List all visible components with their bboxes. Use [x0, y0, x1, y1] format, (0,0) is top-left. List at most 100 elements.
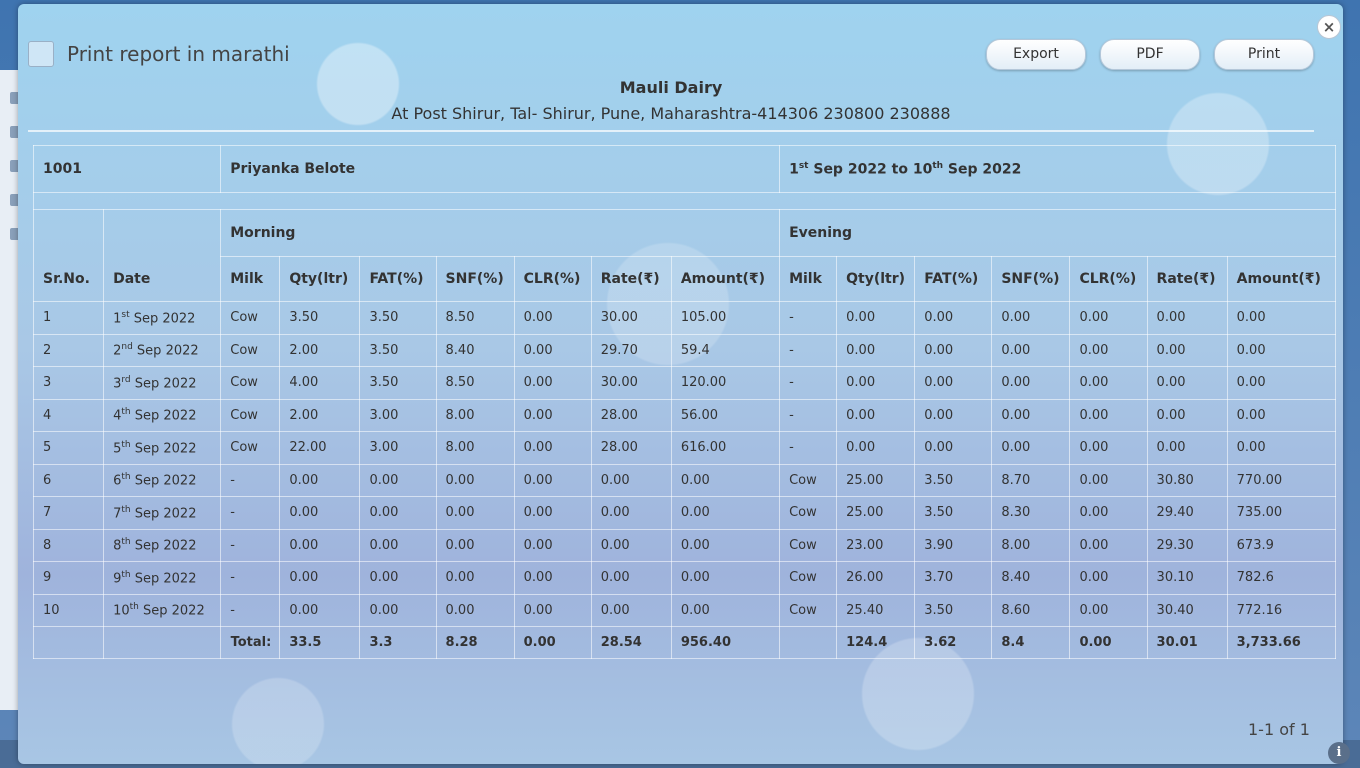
info-icon[interactable]: i — [1328, 742, 1350, 764]
row-morning-milk: - — [220, 496, 281, 530]
row-morning-snf: 0.00 — [435, 528, 515, 562]
row-evening-snf: 8.70 — [991, 463, 1071, 497]
row-srno: 5 — [32, 431, 105, 465]
row-evening-amount: 673.9 — [1226, 528, 1337, 562]
row-evening-clr: 0.00 — [1069, 528, 1148, 562]
row-morning-clr: 0.00 — [513, 301, 592, 335]
row-morning-qty: 4.00 — [279, 366, 361, 400]
row-evening-milk: - — [779, 301, 838, 335]
row-morning-amount: 0.00 — [670, 561, 781, 595]
row-morning-snf: 8.00 — [435, 398, 515, 432]
row-date: 7th Sep 2022 — [103, 496, 222, 530]
row-morning-qty: 0.00 — [279, 463, 361, 497]
total-morning-snf: 8.28 — [435, 626, 515, 659]
group-evening: Evening — [779, 209, 1336, 257]
row-morning-rate: 28.00 — [590, 431, 672, 465]
row-morning-snf: 8.50 — [435, 366, 515, 400]
col-evening-rate: Rate(₹) — [1146, 256, 1228, 302]
row-evening-milk: - — [779, 366, 838, 400]
total-evening-clr: 0.00 — [1069, 626, 1148, 659]
row-morning-qty: 2.00 — [279, 333, 361, 367]
row-morning-amount: 616.00 — [670, 431, 781, 465]
row-evening-snf: 8.60 — [991, 593, 1071, 627]
row-morning-clr: 0.00 — [513, 333, 592, 367]
row-morning-clr: 0.00 — [513, 561, 592, 595]
row-morning-rate: 0.00 — [590, 561, 672, 595]
export-button[interactable]: Export — [986, 39, 1086, 70]
row-evening-qty: 0.00 — [836, 431, 916, 465]
row-morning-fat: 0.00 — [359, 561, 437, 595]
row-evening-rate: 30.80 — [1146, 463, 1228, 497]
row-morning-snf: 0.00 — [435, 561, 515, 595]
row-morning-clr: 0.00 — [513, 496, 592, 530]
row-morning-amount: 59.4 — [670, 333, 781, 367]
row-srno: 9 — [32, 561, 105, 595]
row-evening-milk: Cow — [779, 561, 838, 595]
table-row: 3 3rd Sep 2022 Cow 4.00 3.50 8.50 0.00 30.00 120… — [32, 366, 1337, 400]
row-evening-qty: 0.00 — [836, 333, 916, 367]
total-row: Total: 33.5 3.3 8.28 0.00 28.54 956.40 1… — [32, 626, 1337, 659]
row-morning-milk: Cow — [220, 366, 281, 400]
col-evening-clr: CLR(%) — [1069, 256, 1148, 302]
row-evening-snf: 0.00 — [991, 301, 1071, 335]
row-morning-fat: 0.00 — [359, 528, 437, 562]
row-date: 10th Sep 2022 — [103, 593, 222, 627]
close-button[interactable]: × — [1317, 15, 1341, 39]
row-evening-clr: 0.00 — [1069, 301, 1148, 335]
dairy-title: Mauli Dairy — [619, 78, 723, 97]
row-evening-milk: - — [779, 333, 838, 367]
member-name: Priyanka Belote — [220, 145, 781, 193]
row-evening-amount: 0.00 — [1226, 301, 1337, 335]
table-row: 7 7th Sep 2022-0.00 0.00 0.00 0.00 0.00 0.00 Co… — [32, 496, 1337, 530]
row-date: 2nd Sep 2022 — [103, 333, 222, 367]
total-morning-qty: 33.5 — [279, 626, 361, 659]
total-evening-fat: 3.62 — [914, 626, 993, 659]
col-morning-qty: Qty(ltr) — [279, 256, 361, 302]
col-evening-fat: FAT(%) — [914, 256, 993, 302]
row-morning-clr: 0.00 — [513, 463, 592, 497]
row-evening-snf: 0.00 — [991, 333, 1071, 367]
row-evening-fat: 3.50 — [914, 496, 993, 530]
row-date: 4th Sep 2022 — [103, 398, 222, 432]
row-morning-qty: 2.00 — [279, 398, 361, 432]
row-morning-rate: 0.00 — [590, 593, 672, 627]
group-morning: Morning — [220, 209, 781, 257]
row-evening-amount: 772.16 — [1226, 593, 1337, 627]
table-row: 5 5th Sep 2022 Cow 22.00 3.00 8.00 0.00 28.00 61… — [32, 431, 1337, 465]
row-morning-milk: Cow — [220, 333, 281, 367]
row-evening-snf: 0.00 — [991, 431, 1071, 465]
row-evening-fat: 3.50 — [914, 593, 993, 627]
row-srno: 7 — [32, 496, 105, 530]
row-morning-fat: 3.00 — [359, 398, 437, 432]
row-morning-rate: 0.00 — [590, 496, 672, 530]
table-row: 4 4th Sep 2022 Cow 2.00 3.00 8.00 0.00 28.00 56.… — [32, 398, 1337, 432]
row-evening-qty: 0.00 — [836, 301, 916, 335]
row-date: 3rd Sep 2022 — [103, 366, 222, 400]
dairy-address: At Post Shirur, Tal- Shirur, Pune, Mahar… — [391, 104, 951, 123]
col-date: Date — [103, 209, 222, 302]
spacer-row — [33, 192, 1336, 210]
row-evening-snf: 8.30 — [991, 496, 1071, 530]
row-evening-clr: 0.00 — [1069, 463, 1148, 497]
row-evening-clr: 0.00 — [1069, 366, 1148, 400]
row-evening-snf: 0.00 — [991, 398, 1071, 432]
marathi-checkbox-label[interactable]: Print report in marathi — [67, 42, 290, 66]
pdf-button[interactable]: PDF — [1100, 39, 1200, 70]
row-morning-milk: - — [220, 593, 281, 627]
row-evening-qty: 25.00 — [836, 463, 916, 497]
col-morning-milk: Milk — [220, 256, 281, 302]
total-morning-rate: 28.54 — [590, 626, 672, 659]
marathi-checkbox[interactable] — [28, 41, 54, 67]
row-morning-milk: - — [220, 463, 281, 497]
row-morning-rate: 30.00 — [590, 301, 672, 335]
row-evening-clr: 0.00 — [1069, 431, 1148, 465]
row-morning-snf: 8.00 — [435, 431, 515, 465]
row-date: 1st Sep 2022 — [103, 301, 222, 335]
table-row: 9 9th Sep 2022-0.00 0.00 0.00 0.00 0.00 0.00 Co… — [32, 561, 1337, 595]
row-morning-amount: 120.00 — [670, 366, 781, 400]
row-evening-rate: 29.30 — [1146, 528, 1228, 562]
row-morning-clr: 0.00 — [513, 431, 592, 465]
row-morning-snf: 0.00 — [435, 496, 515, 530]
row-evening-fat: 0.00 — [914, 301, 993, 335]
print-button[interactable]: Print — [1214, 39, 1314, 70]
